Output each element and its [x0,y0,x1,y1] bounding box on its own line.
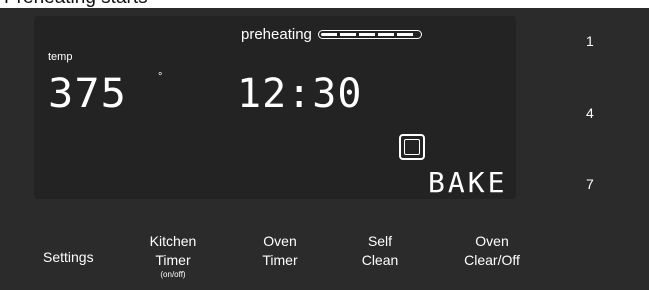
preheat-progress-fill [320,33,414,36]
oven-timer-button[interactable]: Oven Timer [250,232,310,270]
settings-label: Settings [43,249,94,265]
kitchen-timer-button[interactable]: Kitchen Timer (on/off) [135,232,211,280]
oven-clear-off-button[interactable]: Oven Clear/Off [452,232,532,270]
temperature-readout: 375 [48,71,128,117]
side-key-7[interactable]: 7 [586,176,594,192]
oven-icon [399,134,425,160]
button-row: Settings Kitchen Timer (on/off) Oven Tim… [0,232,649,290]
kitchen-timer-sublabel: (on/off) [160,270,186,279]
side-key-4[interactable]: 4 [586,105,594,121]
preheat-label: preheating [241,26,312,43]
mode-readout: BAKE [428,166,508,199]
temp-label: temp [48,51,73,63]
oven-clear-label-2: Clear/Off [464,252,520,268]
kitchen-timer-label-2: Timer [155,252,191,268]
oven-timer-label-2: Timer [262,252,298,268]
oven-clear-label-1: Oven [475,233,509,249]
self-clean-label-1: Self [367,233,393,249]
oven-timer-label-1: Oven [263,233,297,249]
preheat-progress-bar [317,30,422,39]
clock-readout: 12:30 [237,71,363,117]
settings-button[interactable]: Settings [43,248,94,267]
preheat-indicator: preheating [241,26,422,43]
degree-symbol: ° [158,71,163,83]
side-key-1[interactable]: 1 [586,33,594,49]
self-clean-label-2: Clean [361,252,399,268]
oven-display: preheating temp 375 ° 12:30 BAKE [34,16,516,199]
self-clean-button[interactable]: Self Clean [350,232,410,270]
kitchen-timer-label-1: Kitchen [149,233,197,249]
